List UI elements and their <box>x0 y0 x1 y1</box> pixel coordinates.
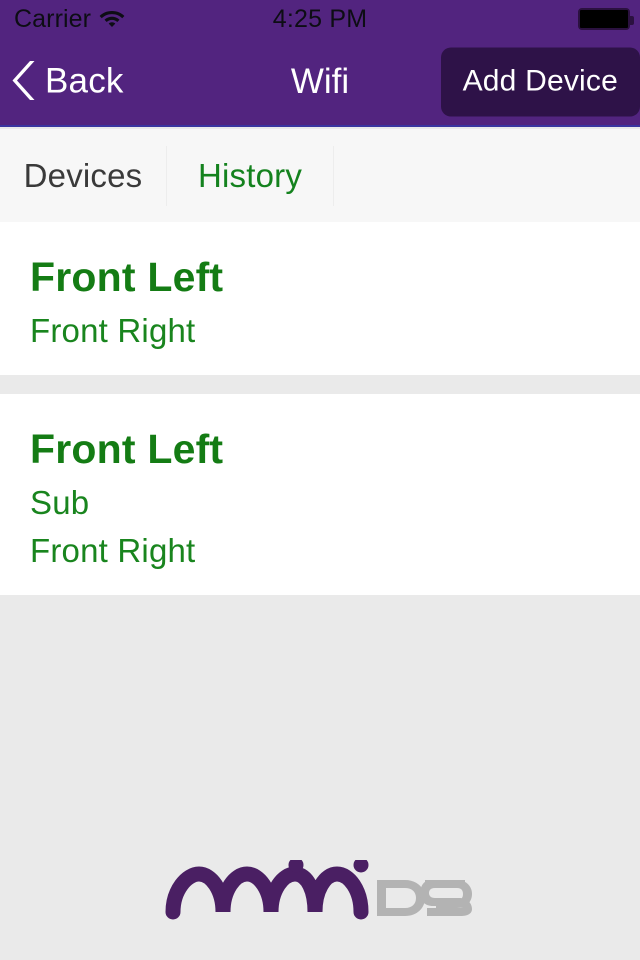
battery-fill <box>579 10 628 28</box>
battery-full-icon <box>577 8 634 30</box>
history-entry-line: Sub <box>30 483 90 521</box>
status-bar-center: 4:25 PM <box>211 5 429 34</box>
tab-devices[interactable]: Devices <box>0 129 166 222</box>
footer <box>0 830 640 960</box>
back-label: Back <box>45 61 124 101</box>
history-entry-line: Front Right <box>30 311 196 349</box>
minidsp-logo <box>165 857 475 931</box>
segmented-tab-bar: Devices History <box>0 129 640 222</box>
chevron-left-icon <box>12 58 38 105</box>
history-entry-line: Front Right <box>30 532 196 570</box>
add-device-button[interactable]: Add Device <box>440 47 640 116</box>
status-bar-right <box>429 8 640 30</box>
tab-history[interactable]: History <box>167 129 333 222</box>
status-bar: Carrier 4:25 PM <box>0 0 640 38</box>
history-entry-title: Front Left <box>30 426 224 473</box>
list-item[interactable]: Front Left Sub Front Right <box>0 394 640 596</box>
history-entry-title: Front Left <box>30 254 224 300</box>
carrier-label: Carrier <box>14 4 92 33</box>
clock-label: 4:25 PM <box>272 4 368 33</box>
tab-bar-filler <box>334 129 640 222</box>
back-button[interactable]: Back <box>12 58 124 105</box>
wifi-icon <box>99 7 125 32</box>
status-bar-left: Carrier <box>0 5 211 34</box>
navigation-bar: Back Wifi Add Device <box>0 38 640 127</box>
app-screen: Carrier 4:25 PM Back Wifi Add Device Dev… <box>0 0 640 960</box>
list-item[interactable]: Front Left Front Right <box>0 222 640 376</box>
